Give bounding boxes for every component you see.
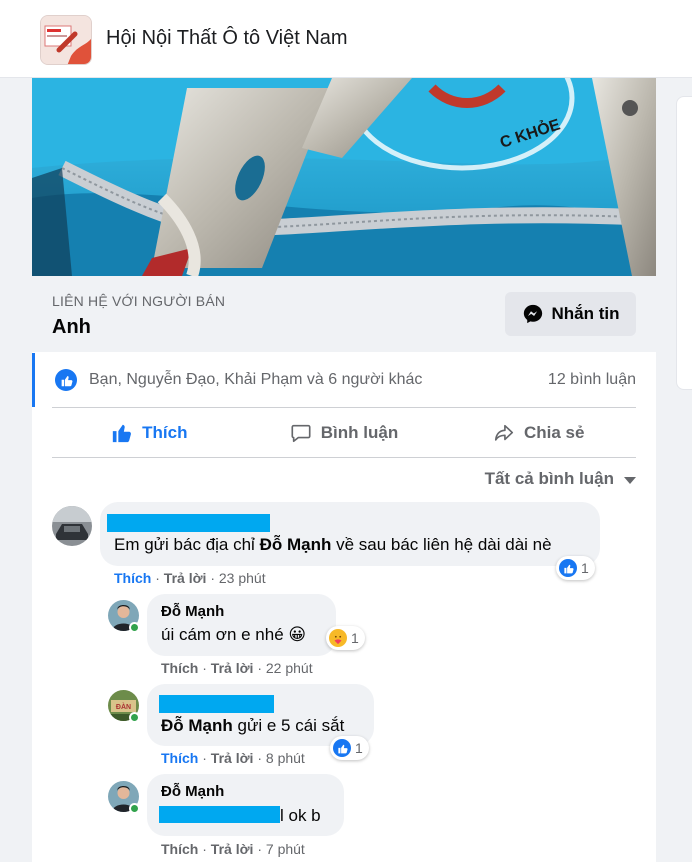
comment-text: Em gửi bác địa chỉ Đỗ Mạnh về sau bác li… — [114, 535, 552, 555]
seller-contact-block: LIÊN HỆ VỚI NGƯỜI BÁN Anh Nhắn tin — [32, 276, 656, 352]
seller-caption: LIÊN HỆ VỚI NGƯỜI BÁN — [52, 293, 226, 309]
comment-reply-link[interactable]: Trả lời — [211, 750, 254, 766]
mentioned-name[interactable]: Đỗ Mạnh — [260, 535, 332, 554]
message-seller-button[interactable]: Nhắn tin — [505, 292, 636, 336]
comment-label: Bình luận — [320, 422, 399, 442]
comment-meta: Thích · Trả lời · 22 phút — [161, 660, 313, 676]
share-button[interactable]: Chia sẻ — [441, 408, 636, 457]
like-label: Thích — [142, 422, 188, 442]
reaction-count-pill[interactable]: 1 — [326, 626, 365, 650]
reaction-summary: Bạn, Nguyễn Đạo, Khải Phạm và 6 người kh… — [32, 353, 656, 407]
online-status-dot — [129, 803, 140, 814]
comment-author[interactable]: Đỗ Mạnh — [161, 603, 224, 620]
reaction-count: 1 — [581, 560, 589, 576]
reaction-count-pill[interactable]: 1 — [556, 556, 595, 580]
chevron-down-icon — [624, 476, 636, 484]
redacted-text — [159, 806, 280, 823]
comment-button[interactable]: Bình luận — [247, 408, 442, 457]
right-side-card — [676, 96, 692, 390]
comment-author[interactable]: Đỗ Mạnh — [161, 783, 224, 800]
comment-like-link[interactable]: Thích — [161, 660, 198, 676]
grinning-emoji-icon: 😀 — [288, 625, 307, 644]
redacted-author-name — [107, 514, 270, 532]
comment-reply-link[interactable]: Trả lời — [211, 660, 254, 676]
comment-icon — [291, 424, 311, 442]
post-actions: Thích Bình luận Chia sẻ — [52, 407, 636, 458]
comment-text-part: Em gửi bác địa chỉ — [114, 535, 260, 554]
comment-time[interactable]: 22 phút — [266, 660, 313, 676]
comment-bubble: Đỗ Mạnh l ok b — [147, 774, 344, 836]
group-title[interactable]: Hội Nội Thất Ô tô Việt Nam — [106, 27, 348, 50]
comment-filter-dropdown[interactable]: Tất cả bình luận — [485, 469, 636, 489]
comment-meta: Thích · Trả lời · 23 phút — [114, 570, 266, 586]
comment-time[interactable]: 7 phút — [266, 841, 305, 857]
thumbs-up-icon — [112, 424, 132, 442]
product-photo[interactable]: C KHỎE — [32, 78, 656, 276]
care-reaction-icon — [329, 629, 347, 647]
comment-bubble: Em gửi bác địa chỉ Đỗ Mạnh về sau bác li… — [100, 502, 600, 566]
group-cover-thumbnail[interactable] — [40, 15, 92, 65]
comment-text: úi cám ơn e nhé 😀 — [161, 625, 306, 645]
reaction-count: 1 — [351, 630, 359, 646]
comment-text: Đỗ Mạnh gửi e 5 cái sắt — [161, 716, 344, 736]
comment-text-part: về sau bác liên hệ dài dài nè — [331, 535, 552, 554]
comment-like-link[interactable]: Thích — [161, 841, 198, 857]
comment-like-link[interactable]: Thích — [114, 570, 151, 586]
comment-time[interactable]: 8 phút — [266, 750, 305, 766]
reaction-count: 1 — [355, 740, 363, 756]
like-reaction-icon — [55, 369, 77, 391]
seller-name[interactable]: Anh — [52, 316, 91, 339]
comment-bubble: Đỗ Mạnh úi cám ơn e nhé 😀 — [147, 594, 336, 656]
comment-text: l ok b — [280, 806, 321, 825]
comment-reply-link[interactable]: Trả lời — [211, 841, 254, 857]
redacted-author-name — [159, 695, 274, 713]
comment-like-link[interactable]: Thích — [161, 750, 198, 766]
comment-text-part: gửi e 5 cái sắt — [232, 716, 345, 735]
like-reaction-icon — [559, 559, 577, 577]
reaction-names[interactable]: Bạn, Nguyễn Đạo, Khải Phạm và 6 người kh… — [89, 371, 422, 389]
avatar[interactable] — [52, 506, 92, 546]
messenger-icon — [523, 304, 542, 324]
message-button-label: Nhắn tin — [551, 304, 620, 323]
share-icon — [494, 424, 514, 441]
like-button[interactable]: Thích — [52, 408, 247, 457]
comment-filter-label: Tất cả bình luận — [484, 469, 614, 488]
comment-time[interactable]: 23 phút — [219, 570, 266, 586]
comment-meta: Thích · Trả lời · 7 phút — [161, 841, 305, 857]
svg-text:ĐÀN: ĐÀN — [116, 702, 131, 711]
online-status-dot — [129, 712, 140, 723]
comment-reply-link[interactable]: Trả lời — [164, 570, 207, 586]
comment-text-part: úi cám ơn e nhé — [161, 625, 284, 644]
like-reaction-icon — [333, 739, 351, 757]
share-label: Chia sẻ — [523, 422, 585, 442]
mentioned-name[interactable]: Đỗ Mạnh — [161, 716, 233, 735]
group-header: Hội Nội Thất Ô tô Việt Nam — [0, 0, 692, 78]
reaction-count-pill[interactable]: 1 — [330, 736, 369, 760]
comment-count[interactable]: 12 bình luận — [548, 371, 636, 389]
comment-meta: Thích · Trả lời · 8 phút — [161, 750, 305, 766]
online-status-dot — [129, 622, 140, 633]
